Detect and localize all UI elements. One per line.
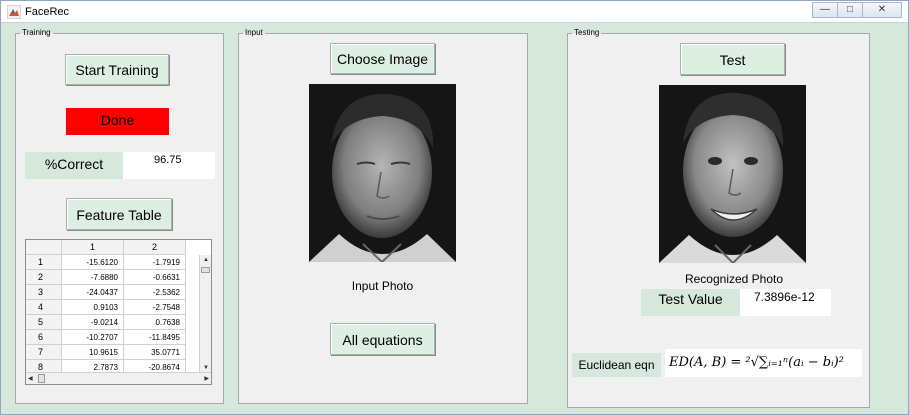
percent-correct-label: %Correct	[25, 152, 123, 179]
test-value: 7.3896e-12	[740, 289, 831, 316]
close-button[interactable]: ✕	[862, 2, 902, 18]
table-cell: 0.7638	[124, 315, 186, 330]
table-row: 5 -9.0214 0.7638	[26, 315, 200, 330]
input-panel: Input Choose Image Input Photo All equat…	[238, 27, 528, 404]
start-training-button[interactable]: Start Training	[65, 54, 169, 85]
percent-correct-value: 96.75	[123, 152, 215, 179]
table-cell: -9.0214	[62, 315, 124, 330]
euclidean-formula: ED(A, B) = ²√∑ᵢ₌₁ⁿ(aᵢ − bᵢ)²	[665, 349, 862, 377]
euclidean-eqn-label: Euclidean eqn	[572, 353, 661, 377]
feature-table[interactable]: 1 2 1 -15.6120 -1.7919 2 -7.6880 -0.6631…	[25, 239, 212, 385]
table-row: 2 -7.6880 -0.6631	[26, 270, 200, 285]
table-cell: -7.6880	[62, 270, 124, 285]
table-cell: -10.2707	[62, 330, 124, 345]
row-header: 6	[26, 330, 62, 345]
face-smiling-icon	[659, 85, 806, 263]
table-cell: -2.5362	[124, 285, 186, 300]
table-cell: 0.9103	[62, 300, 124, 315]
table-cell: -2.7548	[124, 300, 186, 315]
table-row: 3 -24.0437 -2.5362	[26, 285, 200, 300]
test-button[interactable]: Test	[680, 43, 785, 75]
input-panel-title: Input	[243, 27, 265, 39]
feature-table-button[interactable]: Feature Table	[66, 198, 172, 230]
row-header: 4	[26, 300, 62, 315]
table-cell: -1.7919	[124, 255, 186, 270]
scroll-down-icon[interactable]: ▼	[203, 364, 209, 372]
row-header: 3	[26, 285, 62, 300]
table-row: 1 -15.6120 -1.7919	[26, 255, 200, 270]
face-closed-eyes-icon	[309, 84, 456, 262]
scroll-right-icon[interactable]: ▶	[204, 375, 209, 383]
table-cell: -11.8495	[124, 330, 186, 345]
recognized-photo	[659, 85, 806, 263]
window-controls: — □ ✕	[812, 2, 902, 18]
input-photo-caption: Input Photo	[351, 279, 414, 293]
matlab-logo-icon	[7, 5, 21, 19]
table-row: 6 -10.2707 -11.8495	[26, 330, 200, 345]
table-header-row: 1 2	[26, 240, 200, 255]
all-equations-button[interactable]: All equations	[330, 323, 435, 355]
row-header: 5	[26, 315, 62, 330]
minimize-button[interactable]: —	[812, 2, 838, 18]
table-cell: 35.0771	[124, 345, 186, 360]
table-cell: -15.6120	[62, 255, 124, 270]
row-header: 7	[26, 345, 62, 360]
facerec-window: FaceRec — □ ✕ Training Start Training Do…	[0, 0, 909, 415]
table-cell: -0.6631	[124, 270, 186, 285]
row-header: 2	[26, 270, 62, 285]
table-vertical-scrollbar[interactable]: ▲ ▼	[199, 255, 211, 373]
table-row: 7 10.9615 35.0771	[26, 345, 200, 360]
window-title: FaceRec	[25, 6, 70, 18]
test-value-label: Test Value	[641, 289, 740, 316]
choose-image-button[interactable]: Choose Image	[330, 43, 435, 74]
maximize-button[interactable]: □	[837, 2, 863, 18]
horizontal-scroll-thumb[interactable]	[38, 374, 45, 383]
testing-panel-title: Testing	[572, 27, 602, 39]
scroll-left-icon[interactable]: ◀	[28, 375, 33, 383]
training-panel-title: Training	[20, 27, 53, 39]
scroll-up-icon[interactable]: ▲	[203, 256, 209, 264]
training-panel: Training Start Training Done %Correct 96…	[15, 27, 224, 404]
column-header: 1	[62, 240, 124, 255]
table-row: 4 0.9103 -2.7548	[26, 300, 200, 315]
vertical-scroll-thumb[interactable]	[201, 267, 210, 273]
training-status-badge: Done	[66, 108, 169, 135]
table-cell: 10.9615	[62, 345, 124, 360]
table-corner	[26, 240, 62, 255]
table-horizontal-scrollbar[interactable]: ◀ ▶	[26, 372, 211, 384]
table-cell: -24.0437	[62, 285, 124, 300]
row-header: 1	[26, 255, 62, 270]
testing-panel: Testing Test Recognized Photo Test Value…	[567, 27, 870, 408]
column-header: 2	[124, 240, 186, 255]
input-photo	[309, 84, 456, 262]
title-bar: FaceRec — □ ✕	[1, 1, 908, 23]
recognized-photo-caption: Recognized Photo	[684, 272, 784, 286]
